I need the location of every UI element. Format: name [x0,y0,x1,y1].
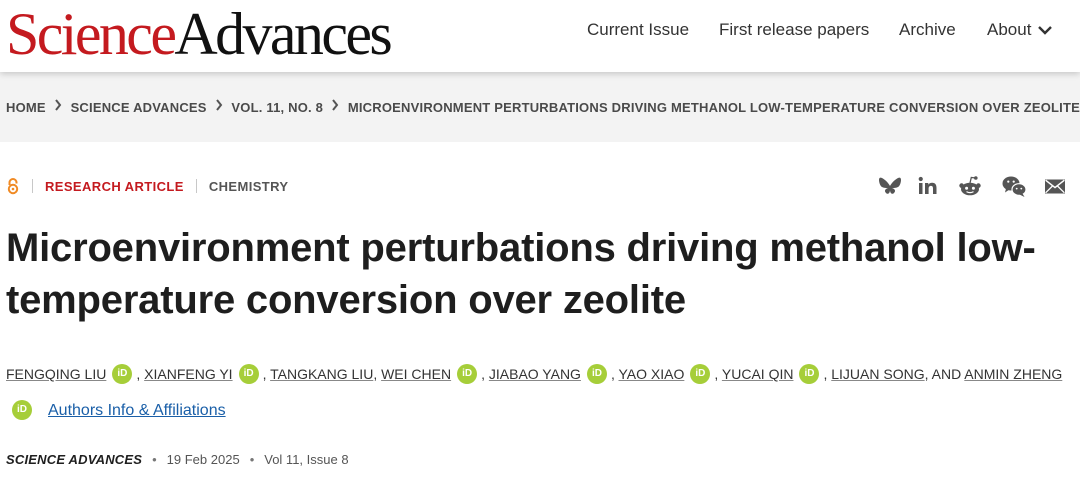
breadcrumb: HOME SCIENCE ADVANCES VOL. 11, NO. 8 MIC… [0,72,1080,142]
orcid-icon[interactable]: iD [690,364,711,385]
article-title: Microenvironment perturbations driving m… [6,226,1036,322]
orcid-icon[interactable]: iD [457,364,478,385]
author-name[interactable]: YUCAI QIN [722,366,794,382]
chevron-down-icon [1038,26,1053,35]
divider [195,179,197,193]
orcid-icon[interactable]: iD [112,364,133,385]
article-type-row: RESEARCH ARTICLE CHEMISTRY [6,175,289,197]
author-name[interactable]: TANGKANG LIU [270,366,373,382]
nav-current-issue[interactable]: Current Issue [587,20,689,40]
open-access-icon [7,178,19,195]
wechat-icon[interactable] [1001,173,1027,199]
orcid-icon[interactable]: iD [799,364,820,385]
nav-about-label: About [987,20,1032,39]
chevron-right-icon [323,98,348,116]
breadcrumb-journal[interactable]: SCIENCE ADVANCES [71,100,207,115]
chevron-right-icon [207,98,232,116]
author-name[interactable]: ANMIN ZHENG [964,366,1062,382]
author-name[interactable]: LIJUAN SONG [831,366,924,382]
divider [32,179,33,193]
publication-meta: SCIENCE ADVANCES • 19 Feb 2025 • Vol 11,… [6,452,349,467]
article-subject[interactable]: CHEMISTRY [209,179,289,194]
bluesky-icon[interactable] [877,173,903,199]
breadcrumb-article: MICROENVIRONMENT PERTURBATIONS DRIVING M… [347,99,1080,115]
orcid-icon[interactable]: iD [586,364,607,385]
logo-science: Science [6,1,177,67]
author-separator: , AND [924,366,965,382]
chevron-right-icon [46,98,71,116]
article-type: RESEARCH ARTICLE [45,178,184,194]
author-list: FENGQING LIU iD, XIANFENG YI iD, TANGKANG … [6,356,1076,429]
author-name[interactable]: WEI CHEN [381,366,451,382]
nav-about[interactable]: About [987,20,1053,40]
nav-first-release-papers[interactable]: First release papers [719,20,869,40]
author-name[interactable]: XIANFENG YI [144,366,232,382]
author-name[interactable]: FENGQING LIU [6,366,106,382]
publication-date: 19 Feb 2025 [166,452,240,467]
reddit-icon[interactable] [957,173,983,199]
author-separator: , [714,366,722,382]
meta-separator: • [249,452,255,467]
journal-name: SCIENCE ADVANCES [6,452,143,467]
orcid-icon[interactable]: iD [238,364,259,385]
logo-advances: Advances [174,1,392,67]
linkedin-icon[interactable] [915,173,941,199]
author-separator: , [136,366,145,382]
breadcrumb-home[interactable]: HOME [6,100,46,115]
volume-issue[interactable]: Vol 11, Issue 8 [264,452,348,467]
site-logo[interactable]: ScienceAdvances [6,1,393,67]
orcid-icon[interactable]: iD [12,400,32,421]
author-separator: , [262,366,271,382]
author-name[interactable]: JIABAO YANG [489,366,581,382]
site-header: ScienceAdvances Current Issue First rele… [0,0,1080,72]
authors-info-affiliations-link[interactable]: Authors Info & Affiliations [48,402,226,419]
email-icon[interactable] [1042,173,1068,199]
author-name[interactable]: YAO XIAO [618,366,684,382]
meta-separator: • [152,452,157,467]
breadcrumb-issue[interactable]: VOL. 11, NO. 8 [231,100,323,115]
author-separator: , [481,366,489,382]
author-separator: , [373,366,382,382]
nav-archive[interactable]: Archive [899,20,956,40]
